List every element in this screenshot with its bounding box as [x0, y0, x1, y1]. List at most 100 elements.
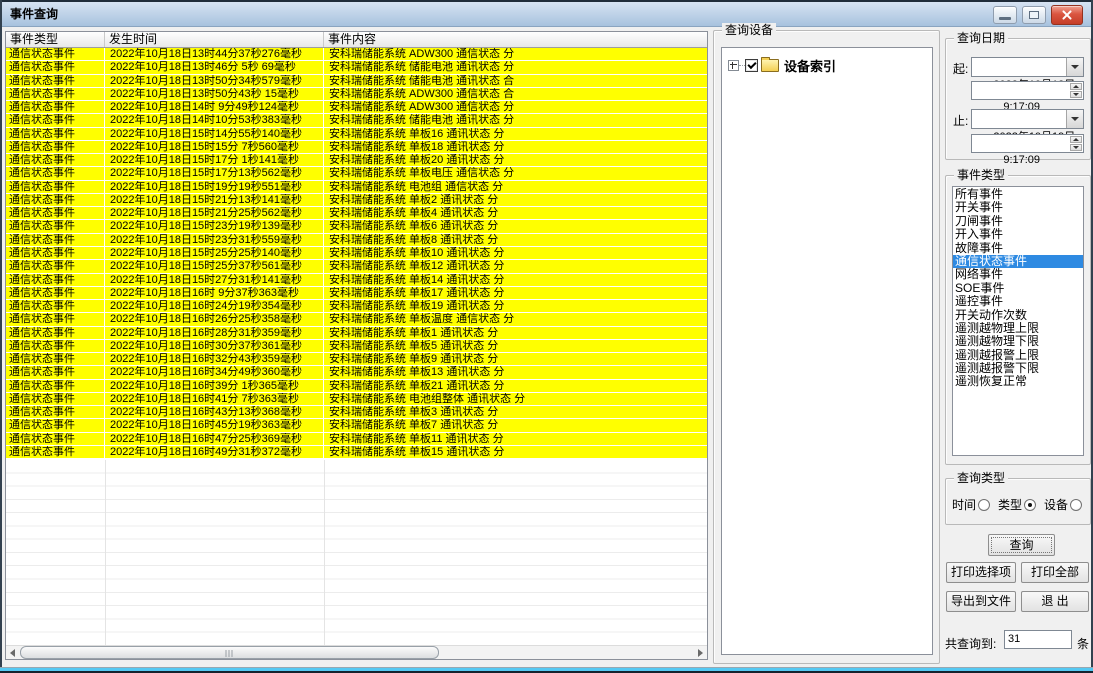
restore-button[interactable] [1022, 6, 1046, 24]
result-count-input[interactable]: 31 [1004, 630, 1072, 649]
query-device-group-label: 查询设备 [722, 23, 776, 38]
table-row[interactable]: 通信状态事件2022年10月18日16时24分19秒354毫秒安科瑞储能系统 单… [6, 300, 707, 313]
table-row[interactable]: 通信状态事件2022年10月18日13时44分37秒276毫秒安科瑞储能系统 A… [6, 48, 707, 61]
print-selected-button[interactable]: 打印选择项 [946, 562, 1016, 583]
event-type-item[interactable]: 刀闸事件 [953, 215, 1083, 228]
query-type-option[interactable]: 设备 [1044, 496, 1082, 513]
table-cell: 通信状态事件 [6, 260, 105, 272]
date-to-dropdown-button[interactable] [1066, 110, 1083, 128]
device-root-checkbox[interactable] [745, 59, 758, 72]
device-tree[interactable]: 设备索引 [721, 47, 933, 655]
table-cell: 安科瑞储能系统 单板17 通讯状态 分 [324, 287, 707, 299]
date-from-select[interactable]: 2022年10月18日 [971, 57, 1084, 77]
event-type-list[interactable]: 所有事件开关事件刀闸事件开入事件故障事件通信状态事件网络事件SOE事件遥控事件开… [952, 186, 1084, 456]
minimize-button[interactable] [993, 6, 1017, 24]
table-cell: 安科瑞储能系统 单板10 通讯状态 分 [324, 247, 707, 259]
event-type-item[interactable]: SOE事件 [953, 282, 1083, 295]
table-row[interactable]: 通信状态事件2022年10月18日15时17分 1秒141毫秒安科瑞储能系统 单… [6, 154, 707, 167]
time-to-spinner[interactable] [1069, 135, 1083, 152]
table-row[interactable]: 通信状态事件2022年10月18日16时30分37秒361毫秒安科瑞储能系统 单… [6, 340, 707, 353]
time-from-spinner[interactable] [1069, 82, 1083, 99]
date-from-dropdown-button[interactable] [1066, 58, 1083, 76]
table-cell: 安科瑞储能系统 单板温度 通信状态 分 [324, 313, 707, 325]
radio-icon[interactable] [1070, 499, 1082, 511]
event-type-item[interactable]: 遥测越物理下限 [953, 335, 1083, 348]
date-to-select[interactable]: 2022年10月19日 [971, 109, 1084, 129]
event-type-item[interactable]: 所有事件 [953, 188, 1083, 201]
table-row[interactable]: 通信状态事件2022年10月18日13时46分 5秒 69毫秒安科瑞储能系统 储… [6, 61, 707, 74]
radio-icon[interactable] [978, 499, 990, 511]
table-row[interactable]: 通信状态事件2022年10月18日16时49分31秒372毫秒安科瑞储能系统 单… [6, 446, 707, 459]
scroll-right-button[interactable] [694, 646, 707, 659]
query-button[interactable]: 查询 [988, 534, 1055, 556]
scrollbar-thumb[interactable] [20, 646, 439, 659]
event-type-item[interactable]: 遥控事件 [953, 295, 1083, 308]
table-row[interactable]: 通信状态事件2022年10月18日15时14分55秒140毫秒安科瑞储能系统 单… [6, 128, 707, 141]
event-type-item[interactable]: 遥测越物理上限 [953, 322, 1083, 335]
table-row[interactable]: 通信状态事件2022年10月18日14时10分53秒383毫秒安科瑞储能系统 储… [6, 114, 707, 127]
table-row[interactable]: 通信状态事件2022年10月18日15时17分13秒562毫秒安科瑞储能系统 单… [6, 167, 707, 180]
event-type-item[interactable]: 开关事件 [953, 201, 1083, 214]
table-row[interactable]: 通信状态事件2022年10月18日13时50分43秒 15毫秒安科瑞储能系统 A… [6, 88, 707, 101]
table-cell: 2022年10月18日15时23分31秒559毫秒 [105, 234, 324, 246]
radio-icon[interactable] [1024, 499, 1036, 511]
tree-expand-icon[interactable] [728, 60, 739, 71]
spin-down-button[interactable] [1070, 144, 1082, 151]
radio-label: 设备 [1044, 496, 1068, 513]
table-row[interactable]: 通信状态事件2022年10月18日16时26分25秒358毫秒安科瑞储能系统 单… [6, 313, 707, 326]
spin-up-button[interactable] [1070, 83, 1082, 90]
table-row[interactable]: 通信状态事件2022年10月18日16时 9分37秒363毫秒安科瑞储能系统 单… [6, 287, 707, 300]
table-row[interactable]: 通信状态事件2022年10月18日15时19分19秒551毫秒安科瑞储能系统 电… [6, 181, 707, 194]
chevron-down-icon [1071, 117, 1079, 121]
radio-label: 类型 [998, 496, 1022, 513]
table-row[interactable]: 通信状态事件2022年10月18日16时47分25秒369毫秒安科瑞储能系统 单… [6, 433, 707, 446]
event-type-item[interactable]: 遥测恢复正常 [953, 375, 1083, 388]
event-type-item[interactable]: 遥测越报警上限 [953, 349, 1083, 362]
time-to-input[interactable]: 9:17:09 [971, 134, 1084, 153]
column-header-event-time[interactable]: 发生时间 [105, 32, 324, 47]
table-row[interactable]: 通信状态事件2022年10月18日16时39分 1秒365毫秒安科瑞储能系统 单… [6, 380, 707, 393]
event-type-group-label: 事件类型 [954, 168, 1008, 183]
time-from-input[interactable]: 9:17:09 [971, 81, 1084, 100]
exit-button[interactable]: 退 出 [1021, 591, 1089, 612]
table-cell: 通信状态事件 [6, 300, 105, 312]
table-cell: 安科瑞储能系统 单板19 通讯状态 分 [324, 300, 707, 312]
device-tree-root[interactable]: 设备索引 [722, 48, 932, 75]
event-type-item[interactable]: 通信状态事件 [953, 255, 1083, 268]
query-type-option[interactable]: 类型 [998, 496, 1036, 513]
table-row[interactable]: 通信状态事件2022年10月18日15时27分31秒141毫秒安科瑞储能系统 单… [6, 274, 707, 287]
scroll-left-button[interactable] [6, 646, 19, 659]
export-to-file-button[interactable]: 导出到文件 [946, 591, 1016, 612]
device-root-label[interactable]: 设备索引 [784, 56, 836, 75]
table-row[interactable]: 通信状态事件2022年10月18日15时15分 7秒560毫秒安科瑞储能系统 单… [6, 141, 707, 154]
table-row[interactable]: 通信状态事件2022年10月18日15时25分25秒140毫秒安科瑞储能系统 单… [6, 247, 707, 260]
table-row[interactable]: 通信状态事件2022年10月18日15时23分19秒139毫秒安科瑞储能系统 单… [6, 220, 707, 233]
table-row[interactable]: 通信状态事件2022年10月18日13时50分34秒579毫秒安科瑞储能系统 储… [6, 75, 707, 88]
event-type-item[interactable]: 开入事件 [953, 228, 1083, 241]
horizontal-scrollbar[interactable] [6, 645, 707, 659]
table-cell: 安科瑞储能系统 单板8 通讯状态 分 [324, 234, 707, 246]
column-header-event-content[interactable]: 事件内容 [324, 32, 707, 47]
event-type-item[interactable]: 网络事件 [953, 268, 1083, 281]
event-type-item[interactable]: 故障事件 [953, 242, 1083, 255]
table-cell: 安科瑞储能系统 单板15 通讯状态 分 [324, 446, 707, 458]
table-row[interactable]: 通信状态事件2022年10月18日16时34分49秒360毫秒安科瑞储能系统 单… [6, 366, 707, 379]
table-row[interactable]: 通信状态事件2022年10月18日16时41分 7秒363毫秒安科瑞储能系统 电… [6, 393, 707, 406]
event-type-item[interactable]: 遥测越报警下限 [953, 362, 1083, 375]
table-row[interactable]: 通信状态事件2022年10月18日16时28分31秒359毫秒安科瑞储能系统 单… [6, 327, 707, 340]
table-row[interactable]: 通信状态事件2022年10月18日16时32分43秒359毫秒安科瑞储能系统 单… [6, 353, 707, 366]
spin-up-button[interactable] [1070, 136, 1082, 143]
table-row[interactable]: 通信状态事件2022年10月18日15时21分13秒141毫秒安科瑞储能系统 单… [6, 194, 707, 207]
spin-down-button[interactable] [1070, 91, 1082, 98]
table-row[interactable]: 通信状态事件2022年10月18日16时43分13秒368毫秒安科瑞储能系统 单… [6, 406, 707, 419]
event-type-item[interactable]: 开关动作次数 [953, 309, 1083, 322]
print-all-button[interactable]: 打印全部 [1021, 562, 1089, 583]
table-row[interactable]: 通信状态事件2022年10月18日14时 9分49秒124毫秒安科瑞储能系统 A… [6, 101, 707, 114]
table-row[interactable]: 通信状态事件2022年10月18日16时45分19秒363毫秒安科瑞储能系统 单… [6, 419, 707, 432]
query-type-option[interactable]: 时间 [952, 496, 990, 513]
column-header-event-type[interactable]: 事件类型 [6, 32, 105, 47]
table-row[interactable]: 通信状态事件2022年10月18日15时21分25秒562毫秒安科瑞储能系统 单… [6, 207, 707, 220]
table-row[interactable]: 通信状态事件2022年10月18日15时25分37秒561毫秒安科瑞储能系统 单… [6, 260, 707, 273]
table-row[interactable]: 通信状态事件2022年10月18日15时23分31秒559毫秒安科瑞储能系统 单… [6, 234, 707, 247]
close-button[interactable] [1051, 5, 1083, 25]
